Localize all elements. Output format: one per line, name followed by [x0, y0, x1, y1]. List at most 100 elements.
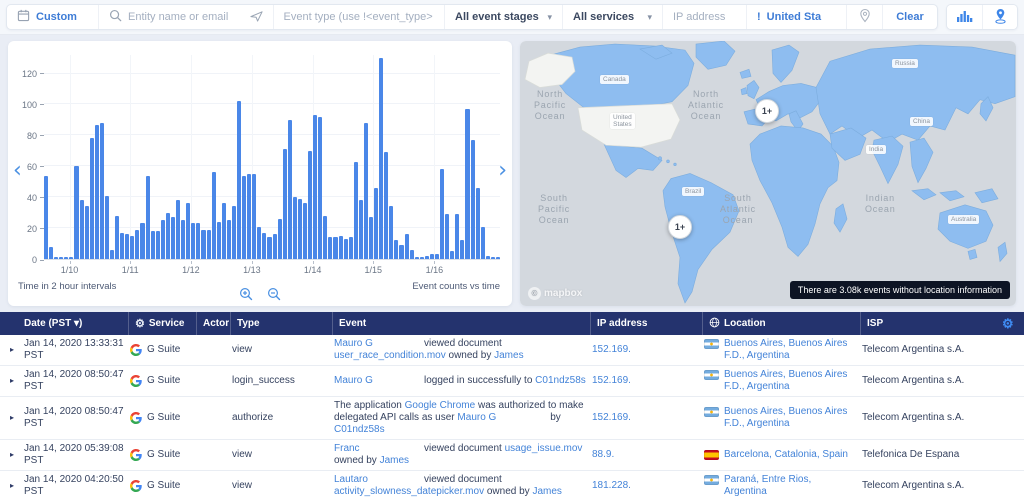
event-entity-link[interactable]: user_race_condition.mov	[334, 350, 446, 361]
event-entity-link[interactable]: C01ndz58s	[334, 424, 385, 435]
histogram-bar[interactable]	[476, 188, 480, 259]
event-entity-link[interactable]: C01ndz58s	[535, 375, 586, 386]
histogram-bar[interactable]	[110, 250, 114, 259]
histogram-bar[interactable]	[283, 149, 287, 259]
table-row[interactable]: ▸Jan 14, 2020 08:50:47 PSTG Suiteauthori…	[0, 397, 1024, 440]
histogram-bar[interactable]	[405, 234, 409, 259]
histogram-bar[interactable]	[232, 206, 236, 259]
zoom-out-button[interactable]	[266, 286, 282, 305]
chart-view-button[interactable]	[947, 5, 982, 29]
histogram-bar[interactable]	[237, 101, 241, 259]
event-entity-link[interactable]: Mauro G	[334, 338, 424, 350]
histogram-bar[interactable]	[54, 257, 58, 259]
histogram-bar[interactable]	[135, 230, 139, 259]
table-row[interactable]: ▸Jan 14, 2020 13:33:31 PSTG SuiteviewMau…	[0, 335, 1024, 366]
histogram-bar[interactable]	[460, 240, 464, 259]
expand-arrow-icon[interactable]: ▸	[10, 450, 14, 459]
histogram-bar[interactable]	[491, 257, 495, 259]
expand-arrow-icon[interactable]: ▸	[10, 345, 14, 354]
histogram-bar[interactable]	[374, 188, 378, 259]
histogram-bar[interactable]	[440, 169, 444, 259]
event-stages-dropdown[interactable]: All event stages▾	[445, 5, 563, 29]
histogram-bar[interactable]	[176, 200, 180, 259]
table-settings-gear-icon[interactable]: ⚙	[1000, 312, 1024, 335]
table-row[interactable]: ▸Jan 14, 2020 05:39:08 PSTG SuiteviewFra…	[0, 440, 1024, 471]
column-header-location[interactable]: Location	[702, 312, 860, 335]
location-pin-toggle[interactable]	[847, 5, 883, 29]
histogram-bar[interactable]	[415, 257, 419, 259]
histogram-bar[interactable]	[252, 174, 256, 259]
histogram-bar[interactable]	[430, 254, 434, 259]
histogram-bar[interactable]	[227, 220, 231, 259]
ip-address-link[interactable]: 152.169.	[592, 344, 631, 355]
histogram-bar[interactable]	[298, 199, 302, 259]
histogram-bar[interactable]	[420, 257, 424, 259]
histogram-bar[interactable]	[318, 117, 322, 259]
histogram-bar[interactable]	[293, 197, 297, 259]
histogram-bar[interactable]	[125, 234, 129, 259]
location-filter-chip[interactable]: ! United Sta	[747, 5, 847, 29]
histogram-bar[interactable]	[222, 203, 226, 259]
histogram-bar[interactable]	[171, 217, 175, 259]
histogram-bar[interactable]	[471, 140, 475, 259]
histogram-bar[interactable]	[69, 257, 73, 259]
histogram-bar[interactable]	[394, 240, 398, 259]
entity-search-input[interactable]	[128, 11, 244, 23]
histogram-bar[interactable]	[85, 206, 89, 259]
histogram-bar[interactable]	[364, 123, 368, 259]
histogram-bar[interactable]	[151, 231, 155, 259]
histogram-bar[interactable]	[399, 245, 403, 259]
histogram-bar[interactable]	[389, 206, 393, 259]
column-header-event[interactable]: Event	[332, 312, 590, 335]
histogram-bar[interactable]	[262, 233, 266, 259]
histogram-bar[interactable]	[74, 166, 78, 259]
histogram-bar[interactable]	[288, 120, 292, 259]
histogram-bar[interactable]	[303, 203, 307, 259]
map-cluster-marker[interactable]: 1+	[755, 99, 779, 123]
histogram-bar[interactable]	[247, 174, 251, 259]
histogram-bar[interactable]	[59, 257, 63, 259]
histogram-bar[interactable]	[410, 250, 414, 259]
ip-address-link[interactable]: 152.169.	[592, 412, 631, 423]
ip-address-input[interactable]	[673, 11, 736, 23]
histogram-bar[interactable]	[486, 256, 490, 259]
histogram-bar[interactable]	[313, 115, 317, 259]
date-range-picker[interactable]: Custom	[7, 5, 99, 29]
histogram-bar[interactable]	[161, 220, 165, 259]
histogram-bar[interactable]	[354, 162, 358, 259]
event-entity-link[interactable]: James	[380, 455, 409, 466]
histogram-bar[interactable]	[191, 223, 195, 259]
histogram-bar[interactable]	[140, 223, 144, 259]
histogram-bar[interactable]	[130, 236, 134, 259]
location-link[interactable]: Buenos Aires, Buenos Aires F.D., Argenti…	[724, 406, 856, 430]
histogram-bar[interactable]	[257, 227, 261, 259]
event-entity-link[interactable]: activity_slowness_datepicker.mov	[334, 486, 484, 497]
event-type-input[interactable]	[284, 11, 435, 23]
event-entity-link[interactable]: Mauro G	[457, 412, 547, 424]
histogram-bar[interactable]	[95, 125, 99, 259]
event-entity-link[interactable]: James	[494, 350, 523, 361]
map-cluster-marker[interactable]: 1+	[668, 215, 692, 239]
histogram-bar[interactable]	[455, 214, 459, 259]
histogram-bar[interactable]	[100, 123, 104, 259]
histogram-bar[interactable]	[333, 237, 337, 259]
histogram-bar[interactable]	[212, 172, 216, 259]
clear-filters-button[interactable]: Clear	[883, 5, 937, 29]
histogram-bar[interactable]	[181, 220, 185, 259]
event-entity-link[interactable]: Franc	[334, 443, 424, 455]
location-link[interactable]: Paraná, Entre Rios, Argentina	[724, 474, 856, 497]
services-dropdown[interactable]: All services▾	[563, 5, 663, 29]
histogram-bar[interactable]	[80, 200, 84, 259]
expand-arrow-icon[interactable]: ▸	[10, 413, 14, 422]
histogram-bar[interactable]	[323, 216, 327, 259]
histogram-bar[interactable]	[186, 203, 190, 259]
mapbox-attribution[interactable]: ©mapbox	[528, 287, 582, 300]
event-entity-link[interactable]: Google Chrome	[405, 400, 476, 411]
map-view-button[interactable]	[982, 5, 1017, 29]
histogram-bar[interactable]	[450, 251, 454, 259]
histogram-bar[interactable]	[435, 254, 439, 259]
column-header-service[interactable]: ⚙Service	[128, 312, 196, 335]
histogram-bar[interactable]	[201, 230, 205, 259]
histogram-bar[interactable]	[217, 222, 221, 259]
histogram-bar[interactable]	[339, 236, 343, 259]
